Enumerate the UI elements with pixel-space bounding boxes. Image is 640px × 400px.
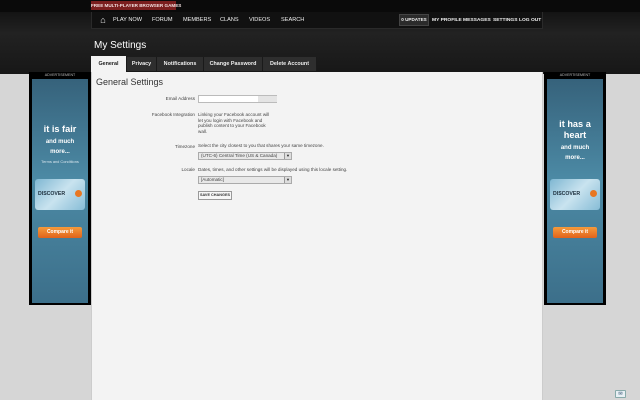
page-title: My Settings xyxy=(94,40,147,51)
facebook-label: Facebook Integration xyxy=(151,112,195,117)
timezone-help: Select the city closest to you that shar… xyxy=(198,143,324,148)
right-advertisement[interactable]: ADVERTISEMENT it has a heart and much mo… xyxy=(544,72,606,305)
nav-clans[interactable]: CLANS xyxy=(220,12,239,29)
tab-privacy[interactable]: Privacy xyxy=(127,57,157,71)
link-settings[interactable]: SETTINGS xyxy=(493,12,517,29)
nav-members[interactable]: MEMBERS xyxy=(183,12,211,29)
ad-headline: it has a heart xyxy=(547,119,603,141)
card-logo-dot xyxy=(590,190,597,197)
chat-icon[interactable]: ✉ xyxy=(615,390,626,398)
card-logo-dot xyxy=(75,190,82,197)
nav-search[interactable]: SEARCH xyxy=(281,12,304,29)
link-log-out[interactable]: LOG OUT xyxy=(519,12,541,29)
main-navbar: ⌂ PLAY NOW FORUM MEMBERS CLANS VIDEOS SE… xyxy=(91,12,543,29)
ad-label: ADVERTISEMENT xyxy=(44,73,76,77)
card-brand: DISCOVER xyxy=(38,191,66,197)
timezone-selected: (UTC-6) Central Time (US & Canada) xyxy=(201,153,278,158)
tab-change-password[interactable]: Change Password xyxy=(204,57,263,71)
facebook-help-line: publish content to your Facebook xyxy=(198,123,266,129)
ad-panel: it is fair and much more... Terms and Co… xyxy=(32,79,88,303)
credit-card-image: DISCOVER xyxy=(35,179,85,210)
ad-compare-button[interactable]: Compare it xyxy=(553,227,597,238)
ad-subline: and much more... xyxy=(32,137,88,157)
settings-content: General Settings Email Address Facebook … xyxy=(91,72,543,400)
link-messages[interactable]: MESSAGES xyxy=(463,12,491,29)
ad-label: ADVERTISEMENT xyxy=(559,73,591,77)
nav-videos[interactable]: VIDEOS xyxy=(249,12,270,29)
credit-card-image: DISCOVER xyxy=(550,179,600,210)
locale-select[interactable]: [Automatic] ▼ xyxy=(198,176,292,184)
nav-forum[interactable]: FORUM xyxy=(152,12,173,29)
home-icon[interactable]: ⌂ xyxy=(96,12,110,29)
timezone-select[interactable]: (UTC-6) Central Time (US & Canada) ▼ xyxy=(198,152,292,160)
facebook-help-line: Linking your Facebook account will xyxy=(198,112,270,117)
email-field-autofill xyxy=(258,96,277,102)
updates-badge[interactable]: 0 UPDATES xyxy=(399,14,429,26)
tab-delete-account[interactable]: Delete Account xyxy=(263,57,317,71)
ad-headline-line: it has a xyxy=(559,119,591,129)
left-advertisement[interactable]: ADVERTISEMENT it is fair and much more..… xyxy=(29,72,91,305)
ad-subline-line: more... xyxy=(565,155,585,161)
ad-headline-line: it is fair xyxy=(43,124,77,134)
link-my-profile[interactable]: MY PROFILE xyxy=(432,12,462,29)
locale-label: Locale xyxy=(181,167,195,172)
email-label: Email Address xyxy=(165,96,195,101)
ad-panel: it has a heart and much more... DISCOVER… xyxy=(547,79,603,303)
ad-subline-line: and much xyxy=(45,139,75,145)
ad-subline: and much more... xyxy=(547,143,603,163)
facebook-help: Linking your Facebook account will let y… xyxy=(198,112,269,134)
ad-subline-line: and much xyxy=(560,145,590,151)
tab-general[interactable]: General xyxy=(91,56,127,72)
chevron-down-icon: ▼ xyxy=(284,153,291,159)
facebook-help-line: wall. xyxy=(198,128,208,134)
ad-compare-button[interactable]: Compare it xyxy=(38,227,82,238)
locale-help: Dates, times, and other settings will be… xyxy=(198,167,348,172)
ad-headline: it is fair xyxy=(32,124,88,135)
tab-notifications[interactable]: Notifications xyxy=(157,57,204,71)
ad-terms-link[interactable]: Terms and Conditions xyxy=(32,159,88,164)
locale-selected: [Automatic] xyxy=(201,177,224,182)
chevron-down-icon: ▼ xyxy=(284,177,291,183)
ad-subline-line: more... xyxy=(50,149,70,155)
ad-headline-line: heart xyxy=(563,130,587,140)
section-title: General Settings xyxy=(96,77,164,87)
card-brand: DISCOVER xyxy=(553,191,581,197)
timezone-label: Timezone xyxy=(175,144,195,149)
site-banner[interactable]: FREE MULTI-PLAYER BROWSER GAMES xyxy=(91,1,181,10)
nav-play-now[interactable]: PLAY NOW xyxy=(113,12,142,29)
save-changes-button[interactable]: SAVE CHANGES xyxy=(198,191,232,200)
